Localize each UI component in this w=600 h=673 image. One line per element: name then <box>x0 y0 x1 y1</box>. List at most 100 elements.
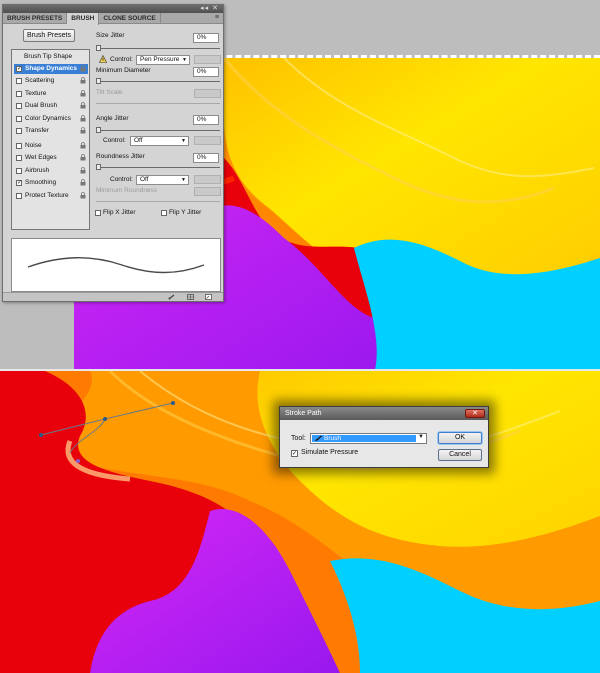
roundness-jitter-field[interactable]: 0% <box>193 153 219 163</box>
warning-icon <box>99 55 107 63</box>
brush-setting-label: Wet Edges <box>25 154 57 161</box>
close-icon[interactable]: ✕ <box>465 409 485 418</box>
brush-setting-item[interactable]: ✓ Shape Dynamics <box>14 64 88 74</box>
angle-jitter-label: Angle Jitter <box>96 115 129 122</box>
brush-setting-checkbox[interactable] <box>16 91 22 97</box>
slider-knob[interactable] <box>96 78 101 84</box>
slider-knob[interactable] <box>96 127 101 133</box>
lock-icon[interactable] <box>80 102 86 109</box>
lock-icon[interactable] <box>80 65 86 72</box>
grid-icon[interactable] <box>187 294 194 300</box>
cancel-button[interactable]: Cancel <box>438 449 482 461</box>
brush-toggle-icon[interactable] <box>168 294 175 300</box>
tool-select[interactable]: Brush ▼ <box>310 433 427 444</box>
min-diameter-label: Minimum Diameter <box>96 67 151 74</box>
panel-window-controls[interactable]: ◂◂ ✕ <box>200 4 219 12</box>
brush-presets-button[interactable]: Brush Presets <box>23 29 75 42</box>
brush-setting-label: Dual Brush <box>25 102 58 109</box>
brush-setting-item[interactable]: Scattering <box>14 76 88 86</box>
lock-icon[interactable] <box>80 90 86 97</box>
control-dropdown-3[interactable]: Off ▼ <box>136 175 189 185</box>
slider-knob[interactable] <box>96 45 101 51</box>
lock-icon[interactable] <box>80 167 86 174</box>
simulate-pressure-checkbox[interactable]: ✓ <box>291 450 298 457</box>
dialog-title: Stroke Path <box>285 410 322 417</box>
new-preset-icon[interactable] <box>205 294 212 300</box>
brush-setting-checkbox[interactable] <box>16 78 22 84</box>
chevron-down-icon: ▼ <box>418 434 424 440</box>
lock-icon[interactable] <box>80 115 86 122</box>
panel-titlebar[interactable]: ◂◂ ✕ <box>3 5 223 13</box>
lock-icon[interactable] <box>80 154 86 161</box>
brush-setting-item[interactable]: Transfer <box>14 126 88 136</box>
flip-x-checkbox[interactable] <box>95 210 101 216</box>
panel-menu-icon[interactable]: ≡ <box>215 14 219 21</box>
brush-setting-label: Smoothing <box>25 179 57 186</box>
angle-jitter-field[interactable]: 0% <box>193 115 219 125</box>
brush-setting-label: Texture <box>25 90 47 97</box>
brush-setting-checkbox[interactable]: ✓ <box>16 180 22 186</box>
brush-setting-label: Transfer <box>25 127 49 134</box>
brush-setting-checkbox[interactable] <box>16 193 22 199</box>
control-dropdown-1-value: Pen Pressure <box>140 56 180 63</box>
min-diameter-field[interactable]: 0% <box>193 67 219 77</box>
control-field-3 <box>194 175 221 184</box>
brush-setting-item[interactable]: Airbrush <box>14 166 88 176</box>
size-jitter-field[interactable]: 0% <box>193 33 219 43</box>
brush-setting-checkbox[interactable] <box>16 168 22 174</box>
roundness-jitter-slider[interactable] <box>96 164 220 170</box>
tab-clone-source[interactable]: CLONE SOURCE <box>99 13 161 23</box>
brush-tip-shape-item[interactable]: Brush Tip Shape <box>16 52 88 62</box>
brush-setting-item[interactable]: Dual Brush <box>14 101 88 111</box>
tilt-scale-label: Tilt Scale <box>96 89 123 96</box>
tilt-scale-slider <box>96 103 220 104</box>
brush-setting-checkbox[interactable] <box>16 143 22 149</box>
brush-setting-item[interactable]: Noise <box>14 141 88 151</box>
chevron-down-icon: ▼ <box>181 138 186 144</box>
lock-icon[interactable] <box>80 77 86 84</box>
brush-setting-checkbox[interactable]: ✓ <box>16 66 22 72</box>
flip-y-checkbox[interactable] <box>161 210 167 216</box>
tool-label: Tool: <box>291 435 306 442</box>
brush-setting-label: Color Dynamics <box>25 115 71 122</box>
control-dropdown-1[interactable]: Pen Pressure ▼ <box>136 55 190 65</box>
control-dropdown-2-value: Off <box>134 137 143 144</box>
stroke-preview-curve <box>27 257 205 274</box>
brush-setting-item[interactable]: Wet Edges <box>14 153 88 163</box>
tab-brush[interactable]: BRUSH <box>67 13 100 25</box>
tab-brush-presets[interactable]: BRUSH PRESETS <box>3 13 68 23</box>
size-jitter-slider[interactable] <box>96 45 220 51</box>
lock-icon[interactable] <box>80 142 86 149</box>
control-field-1 <box>194 55 221 64</box>
brush-setting-checkbox[interactable] <box>16 128 22 134</box>
brush-setting-label: Airbrush <box>25 167 50 174</box>
lock-icon[interactable] <box>80 192 86 199</box>
control-dropdown-3-value: Off <box>140 176 149 183</box>
min-diameter-slider[interactable] <box>96 78 220 84</box>
slider-knob[interactable] <box>96 164 101 170</box>
angle-jitter-slider[interactable] <box>96 127 220 133</box>
brush-setting-checkbox[interactable] <box>16 103 22 109</box>
control-dropdown-2[interactable]: Off ▼ <box>130 136 189 146</box>
brush-setting-checkbox[interactable] <box>16 116 22 122</box>
brush-stroke-preview <box>11 238 221 292</box>
brush-setting-item[interactable]: Texture <box>14 89 88 99</box>
stroke-path-dialog: Stroke Path ✕ Tool: Brush ▼ ✓ Simulate P… <box>279 406 489 468</box>
panel-tab-bar: BRUSH PRESETS BRUSH CLONE SOURCE ≡ <box>3 13 223 25</box>
tool-select-value: Brush <box>312 435 416 442</box>
control-field-2 <box>194 136 221 145</box>
dialog-titlebar[interactable]: Stroke Path ✕ <box>280 407 488 420</box>
min-roundness-field <box>194 187 221 196</box>
ok-button[interactable]: OK <box>438 432 482 444</box>
brush-setting-item[interactable]: Color Dynamics <box>14 114 88 124</box>
brush-setting-label: Protect Texture <box>25 192 69 199</box>
brush-setting-label: Noise <box>25 142 42 149</box>
size-jitter-label: Size Jitter <box>96 32 125 39</box>
lock-icon[interactable] <box>80 127 86 134</box>
flip-x-label: Flip X Jitter <box>103 209 136 216</box>
panel-bottom-bar <box>3 292 223 301</box>
brush-setting-checkbox[interactable] <box>16 155 22 161</box>
brush-setting-item[interactable]: Protect Texture <box>14 191 88 201</box>
lock-icon[interactable] <box>80 179 86 186</box>
brush-setting-item[interactable]: ✓ Smoothing <box>14 178 88 188</box>
